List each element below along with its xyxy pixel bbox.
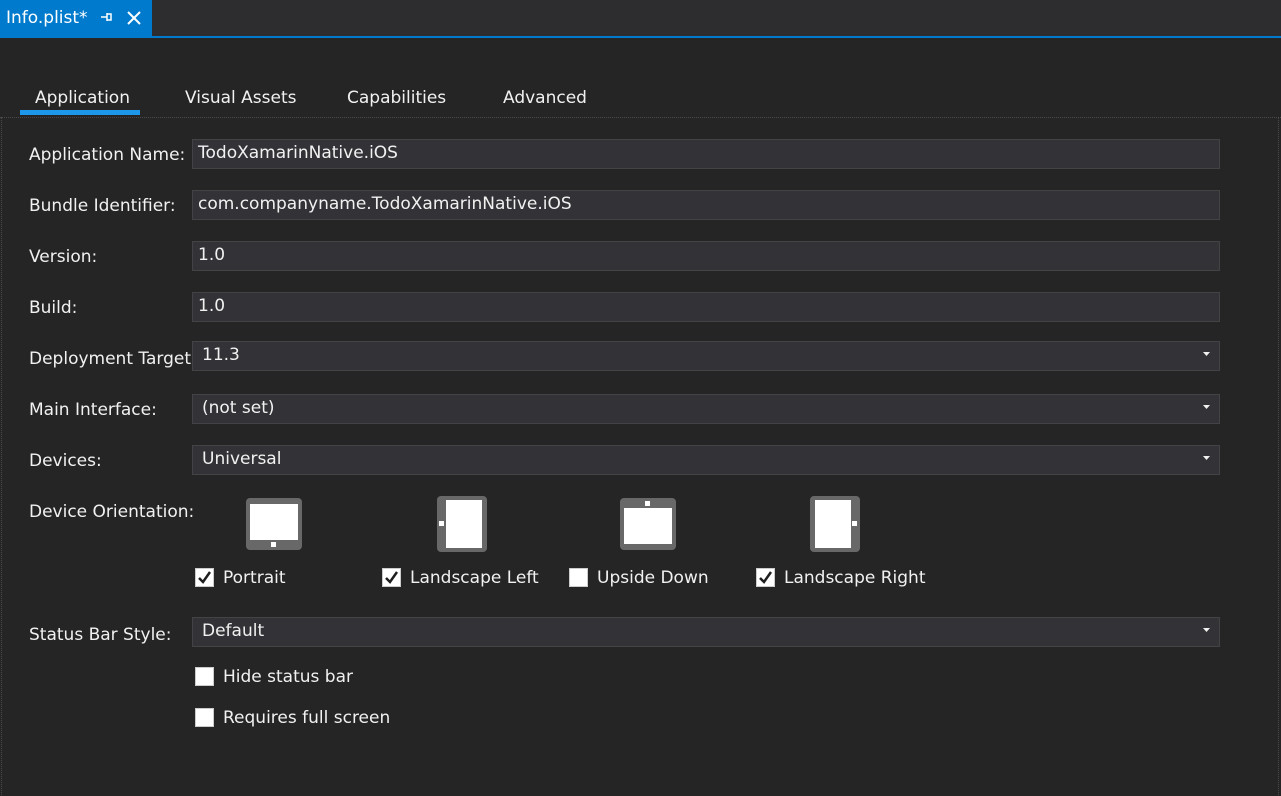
- landscape-right-checkbox[interactable]: [756, 568, 775, 587]
- pin-icon[interactable]: [98, 9, 114, 25]
- application-name-field[interactable]: TodoXamarinNative.iOS: [192, 139, 1220, 169]
- version-field[interactable]: 1.0: [192, 241, 1220, 271]
- landscape-right-orientation-icon: [810, 496, 860, 552]
- status-bar-style-label: Status Bar Style:: [29, 625, 172, 645]
- build-field[interactable]: 1.0: [192, 292, 1220, 322]
- deployment-target-label: Deployment Target:: [29, 349, 197, 369]
- build-label: Build:: [29, 298, 78, 318]
- main-interface-select[interactable]: (not set): [192, 394, 1220, 424]
- tab-advanced[interactable]: Advanced: [503, 88, 587, 108]
- application-name-label: Application Name:: [29, 145, 186, 165]
- hide-status-bar-checkbox[interactable]: [195, 667, 214, 686]
- main-interface-label: Main Interface:: [29, 400, 157, 420]
- checkmark-icon: [198, 571, 212, 584]
- chevron-down-icon: [1203, 456, 1210, 460]
- deployment-target-select[interactable]: 11.3: [192, 341, 1220, 371]
- document-tab-title: Info.plist*: [6, 8, 88, 28]
- upside-down-label: Upside Down: [597, 568, 709, 588]
- landscape-right-label: Landscape Right: [784, 568, 926, 588]
- requires-full-screen-label: Requires full screen: [223, 708, 391, 728]
- content-divider: [0, 117, 1281, 118]
- chevron-down-icon: [1203, 352, 1210, 356]
- deployment-target-value: 11.3: [202, 345, 240, 365]
- chevron-down-icon: [1203, 405, 1210, 409]
- content-border-right: [1278, 117, 1279, 796]
- landscape-left-label: Landscape Left: [410, 568, 539, 588]
- portrait-orientation-icon: [246, 498, 302, 550]
- tab-application[interactable]: Application: [35, 88, 130, 108]
- plist-editor: Application Visual Assets Capabilities A…: [0, 38, 1281, 796]
- upside-down-checkbox[interactable]: [569, 568, 588, 587]
- status-bar-style-value: Default: [202, 621, 265, 641]
- status-bar-style-select[interactable]: Default: [192, 617, 1220, 647]
- hide-status-bar-label: Hide status bar: [223, 667, 353, 687]
- tab-capabilities[interactable]: Capabilities: [347, 88, 446, 108]
- document-tab-info-plist[interactable]: Info.plist*: [0, 0, 152, 36]
- devices-select[interactable]: Universal: [192, 445, 1220, 475]
- tab-visual-assets[interactable]: Visual Assets: [185, 88, 296, 108]
- landscape-left-orientation-icon: [437, 496, 487, 552]
- bundle-identifier-field[interactable]: com.companyname.TodoXamarinNative.iOS: [192, 190, 1220, 220]
- version-label: Version:: [29, 247, 98, 267]
- devices-label: Devices:: [29, 451, 102, 471]
- landscape-left-checkbox[interactable]: [382, 568, 401, 587]
- devices-value: Universal: [202, 449, 282, 469]
- close-icon[interactable]: [125, 9, 143, 27]
- chevron-down-icon: [1203, 628, 1210, 632]
- main-interface-value: (not set): [202, 398, 275, 418]
- content-border-left: [1, 117, 2, 796]
- portrait-label: Portrait: [223, 568, 286, 588]
- selected-tab-indicator: [20, 110, 140, 115]
- portrait-checkbox[interactable]: [195, 568, 214, 587]
- checkmark-icon: [759, 571, 773, 584]
- checkmark-icon: [385, 571, 399, 584]
- upside-down-orientation-icon: [620, 498, 676, 550]
- device-orientation-label: Device Orientation:: [29, 502, 195, 522]
- requires-full-screen-checkbox[interactable]: [195, 708, 214, 727]
- document-tab-strip: Info.plist*: [0, 0, 1281, 38]
- bundle-identifier-label: Bundle Identifier:: [29, 196, 176, 216]
